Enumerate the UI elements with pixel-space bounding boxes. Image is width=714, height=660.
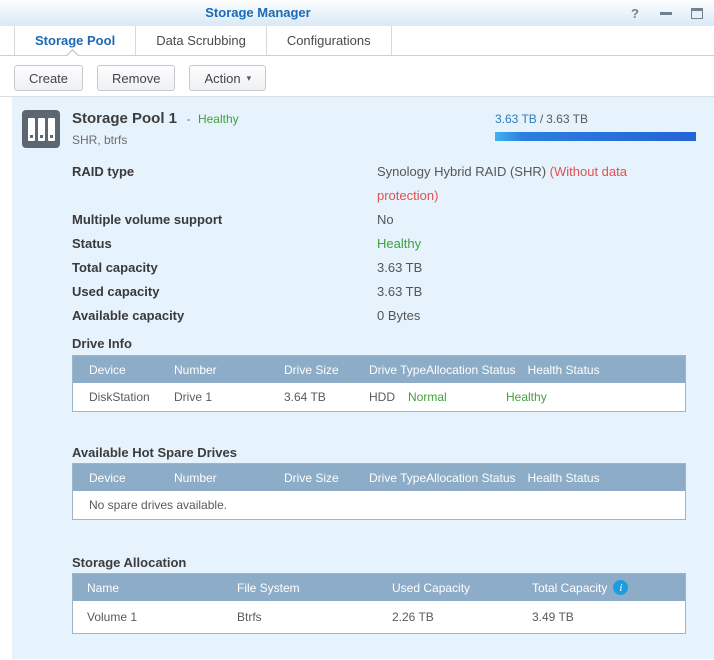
drive-info-table: Device Number Drive Size Drive Type Allo…	[72, 355, 686, 412]
pool-titles: Storage Pool 1 - Healthy SHR, btrfs	[72, 110, 239, 147]
titlebar: Storage Manager ?	[0, 0, 714, 26]
caret-down-icon: ▾	[246, 72, 252, 83]
usage-text: 3.63 TB/3.63 TB	[495, 112, 588, 126]
tab-bar: Storage Pool Data Scrubbing Configuratio…	[0, 26, 714, 62]
info-icon[interactable]: i	[613, 580, 629, 595]
volume-row[interactable]: Volume 1 Btrfs 2.26 TB 3.49 TB	[73, 601, 685, 633]
content-area: Storage Pool 1 - Healthy SHR, btrfs 3.63…	[0, 97, 714, 659]
hot-spare-empty-message: No spare drives available.	[73, 491, 685, 519]
drive-info-row[interactable]: DiskStation Drive 1 3.64 TB HDD Normal H…	[73, 383, 685, 411]
detail-row-total-capacity: Total capacity 3.63 TB	[72, 260, 423, 275]
drive-info-title: Drive Info	[72, 336, 132, 351]
help-icon[interactable]: ?	[628, 6, 642, 21]
storage-allocation-header: Name File System Used Capacity Total Cap…	[73, 574, 685, 601]
hot-spare-table: Device Number Drive Size Drive Type Allo…	[72, 463, 686, 520]
detail-row-multiple-volume: Multiple volume support No	[72, 212, 394, 227]
storage-allocation-title: Storage Allocation	[72, 555, 187, 570]
create-button[interactable]: Create	[14, 65, 84, 91]
pool-status-badge: Healthy	[197, 112, 239, 126]
hot-spare-header: Device Number Drive Size Drive Type Allo…	[73, 464, 685, 491]
pool-header: Storage Pool 1 - Healthy SHR, btrfs 3.63…	[22, 110, 714, 160]
health-status-value: Healthy	[506, 390, 547, 404]
detail-row-used-capacity: Used capacity 3.63 TB	[72, 284, 423, 299]
usage-progress-bar	[495, 132, 696, 141]
window-controls: ?	[628, 0, 704, 26]
allocation-status-value: Normal	[408, 390, 447, 404]
storage-manager-window: Storage Manager ? Storage Pool Data Scru…	[0, 0, 714, 660]
detail-row-raid-type: RAID type Synology Hybrid RAID (SHR) (Wi…	[72, 160, 714, 208]
pool-name: Storage Pool 1	[72, 110, 178, 127]
toolbar: Create Remove Action ▾	[0, 56, 714, 97]
maximize-icon[interactable]	[690, 6, 704, 20]
storage-allocation-table: Name File System Used Capacity Total Cap…	[72, 573, 686, 634]
remove-button[interactable]: Remove	[97, 65, 176, 91]
usage-used: 3.63 TB	[495, 112, 537, 126]
tab-data-scrubbing[interactable]: Data Scrubbing	[136, 26, 267, 55]
usage-progress-fill	[495, 132, 696, 141]
drive-info-header: Device Number Drive Size Drive Type Allo…	[73, 356, 685, 383]
action-dropdown-button[interactable]: Action ▾	[189, 65, 267, 91]
usage-total: 3.63 TB	[546, 112, 588, 126]
status-value: Healthy	[377, 236, 422, 251]
pool-subtitle: SHR, btrfs	[72, 133, 128, 147]
window-title: Storage Manager	[205, 5, 311, 20]
pool-details: RAID type Synology Hybrid RAID (SHR) (Wi…	[72, 160, 714, 328]
detail-row-available-capacity: Available capacity 0 Bytes	[72, 308, 421, 323]
detail-row-status: Status Healthy	[72, 232, 714, 256]
minimize-icon[interactable]	[659, 6, 673, 20]
pool-status-separator: -	[186, 112, 191, 126]
pool-usage: 3.63 TB/3.63 TB	[495, 110, 696, 141]
tab-storage-pool[interactable]: Storage Pool	[14, 26, 137, 55]
storage-pool-panel: Storage Pool 1 - Healthy SHR, btrfs 3.63…	[12, 97, 714, 659]
tab-configurations[interactable]: Configurations	[267, 26, 392, 55]
hot-spare-title: Available Hot Spare Drives	[72, 445, 237, 460]
storage-pool-icon	[22, 110, 60, 148]
raid-type-value: Synology Hybrid RAID (SHR) (Without data…	[377, 164, 627, 203]
